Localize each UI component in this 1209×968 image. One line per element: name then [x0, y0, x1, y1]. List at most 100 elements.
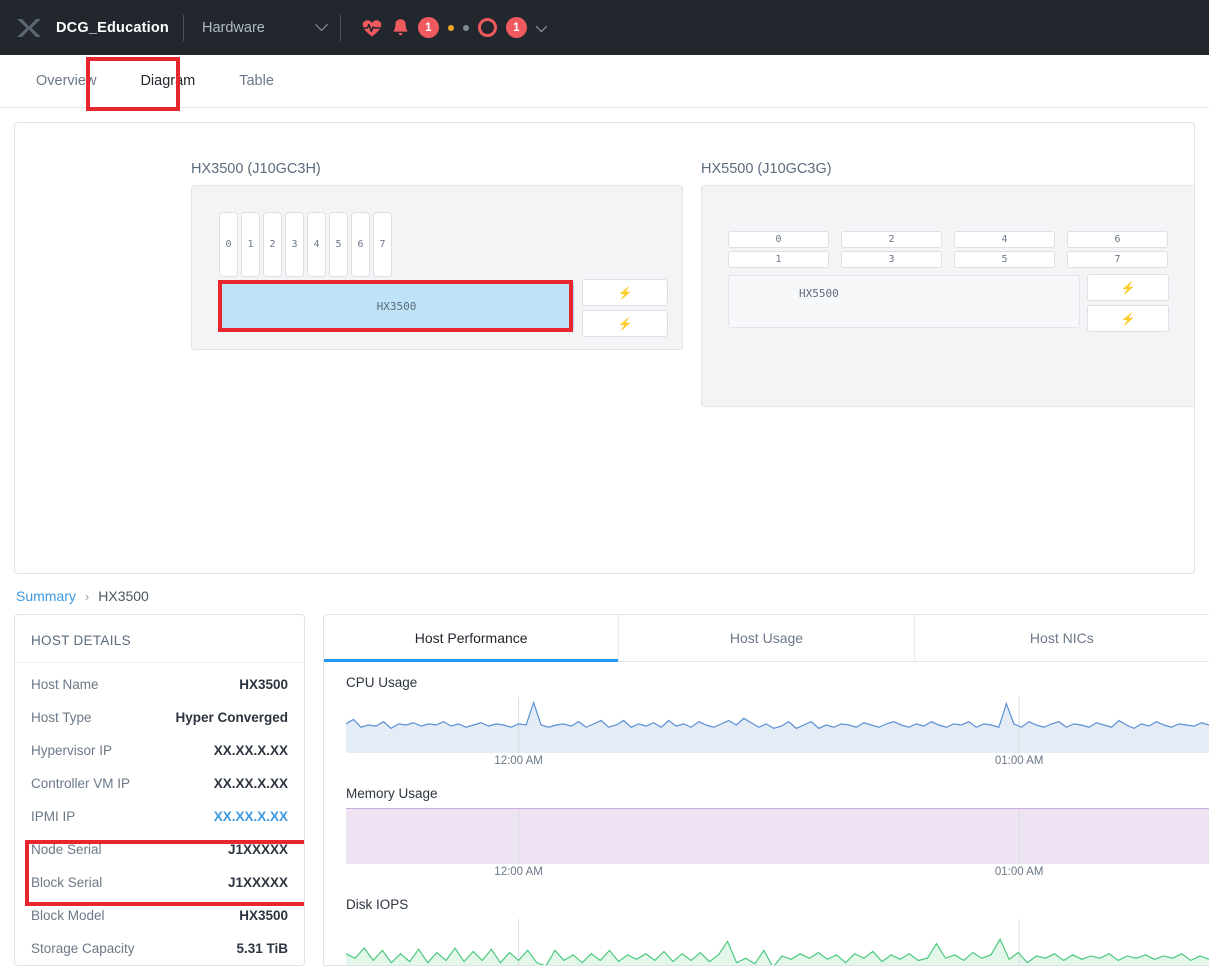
nutanix-x-logo-icon[interactable] — [14, 15, 56, 41]
x-tick-label: 01:00 AM — [994, 755, 1044, 767]
drive-slot[interactable]: 0 — [728, 231, 829, 248]
chassis: 0 2 4 6 1 3 5 7 HX5500 ⚡ ⚡ — [701, 185, 1194, 407]
header-icon-group: 1 1 — [361, 17, 547, 38]
chart-plot-disk — [346, 919, 1209, 965]
power-supply-unit[interactable]: ⚡ — [1087, 305, 1169, 332]
power-supply-unit[interactable]: ⚡ — [582, 279, 668, 306]
hardware-diagram-panel: HX3500 (J10GC3H) 0 1 2 3 4 5 6 7 HX3500 … — [14, 122, 1195, 574]
drive-slot[interactable]: 6 — [1067, 231, 1168, 248]
dot-orange-icon[interactable] — [447, 24, 454, 31]
chart-disk-iops: Disk IOPS 12:00 AM 01:00 AM — [324, 884, 1209, 965]
detail-row: Block Serial J1XXXXX — [15, 866, 304, 899]
detail-row: Host Name HX3500 — [15, 668, 304, 701]
breadcrumb-current: HX3500 — [98, 588, 149, 604]
detail-value: J1XXXXX — [227, 842, 288, 857]
detail-row: Block Model HX3500 — [15, 899, 304, 932]
bell-icon[interactable] — [392, 18, 409, 37]
detail-row: Storage Capacity 5.31 TiB — [15, 932, 304, 965]
tab-host-nics[interactable]: Host NICs — [915, 615, 1209, 661]
block-title: HX3500 (J10GC3H) — [191, 161, 321, 177]
hardware-block-hx3500[interactable]: HX3500 (J10GC3H) 0 1 2 3 4 5 6 7 HX3500 … — [191, 161, 683, 350]
tab-host-performance[interactable]: Host Performance — [324, 615, 620, 662]
breadcrumb-root[interactable]: Summary — [16, 588, 76, 604]
chart-plot-cpu — [346, 697, 1209, 753]
host-performance-card: Host Performance Host Usage Host NICs CP… — [323, 614, 1209, 966]
chart-cpu-usage: CPU Usage 12:00 AM 01:00 AM — [324, 662, 1209, 773]
ring-count-badge[interactable]: 1 — [505, 17, 527, 38]
top-header-bar: DCG_Education Hardware 1 1 — [0, 0, 1209, 55]
detail-value: J1XXXXX — [227, 875, 288, 890]
detail-label: Storage Capacity — [31, 941, 135, 956]
x-tick-label: 12:00 AM — [494, 866, 543, 878]
breadcrumb: Summary › HX3500 — [0, 574, 1209, 614]
detail-label: Block Serial — [31, 875, 103, 890]
drive-slot[interactable]: 6 — [351, 212, 370, 277]
chart-xaxis-cpu: 12:00 AM 01:00 AM — [346, 753, 1209, 773]
drive-slot[interactable]: 5 — [329, 212, 348, 277]
block-title: HX5500 (J10GC3G) — [701, 161, 832, 177]
detail-label: Node Serial — [31, 842, 102, 857]
drive-slot[interactable]: 2 — [263, 212, 282, 277]
detail-value-ipmi-link[interactable]: XX.XX.X.XX — [214, 809, 288, 824]
detail-row: Host Type Hyper Converged — [15, 701, 304, 734]
drive-slot[interactable]: 4 — [307, 212, 326, 277]
detail-label: Hypervisor IP — [31, 743, 113, 758]
page-tab-bar: Overview Diagram Table — [0, 55, 1209, 111]
node-bar-hx3500[interactable]: HX3500 — [219, 281, 574, 331]
drive-slot[interactable]: 3 — [285, 212, 304, 277]
tab-table[interactable]: Table — [217, 55, 296, 108]
chart-xaxis-memory: 12:00 AM 01:00 AM — [346, 864, 1209, 884]
detail-label: Host Type — [31, 710, 92, 725]
app-title: DCG_Education — [56, 19, 169, 36]
detail-row: IPMI IP XX.XX.X.XX — [15, 800, 304, 833]
drive-slot[interactable]: 1 — [728, 251, 829, 268]
x-tick-label: 01:00 AM — [994, 866, 1044, 878]
tab-diagram[interactable]: Diagram — [118, 55, 217, 108]
detail-label: Block Model — [31, 908, 105, 923]
drive-slot[interactable]: 7 — [373, 212, 392, 277]
drive-slot[interactable]: 0 — [219, 212, 238, 277]
heart-pulse-icon[interactable] — [361, 18, 383, 38]
host-details-card: HOST DETAILS Host Name HX3500 Host Type Hy… — [14, 614, 305, 966]
drive-slot[interactable]: 2 — [841, 231, 942, 248]
dot-grey-icon[interactable] — [462, 24, 469, 31]
drive-slot-grid: 0 2 4 6 1 3 5 7 — [728, 231, 1168, 268]
detail-value: HX3500 — [239, 677, 288, 692]
detail-value: HX3500 — [239, 908, 288, 923]
alert-count-badge[interactable]: 1 — [417, 17, 439, 38]
detail-row: Controller VM IP XX.XX.X.XX — [15, 767, 304, 800]
header-divider-2 — [339, 14, 341, 41]
x-tick-label: 12:00 AM — [494, 755, 543, 767]
detail-value: Hyper Converged — [175, 710, 288, 725]
tab-overview[interactable]: Overview — [14, 55, 118, 108]
chart-title: Memory Usage — [346, 786, 438, 801]
host-details-list: Host Name HX3500 Host Type Hyper Converged… — [15, 663, 304, 965]
host-details-title: HOST DETAILS — [15, 615, 304, 663]
drive-slot[interactable]: 1 — [241, 212, 260, 277]
power-supply-unit[interactable]: ⚡ — [582, 310, 668, 337]
entity-selector[interactable]: Hardware — [184, 18, 340, 36]
circle-ring-icon[interactable] — [477, 18, 497, 37]
drive-slot[interactable]: 5 — [954, 251, 1055, 268]
chart-title: Disk IOPS — [346, 897, 409, 912]
detail-label: IPMI IP — [31, 809, 76, 824]
tab-host-usage[interactable]: Host Usage — [619, 615, 915, 661]
drive-slot[interactable]: 7 — [1067, 251, 1168, 268]
chart-memory-usage: Memory Usage 12:00 AM 01:00 AM — [324, 773, 1209, 884]
chart-plot-memory — [346, 808, 1209, 864]
detail-section: HOST DETAILS Host Name HX3500 Host Type Hy… — [0, 614, 1209, 966]
drive-slot[interactable]: 3 — [841, 251, 942, 268]
entity-label: Hardware — [201, 19, 265, 36]
drive-slot[interactable]: 4 — [954, 231, 1055, 248]
detail-label: Host Name — [31, 677, 99, 692]
chassis: 0 1 2 3 4 5 6 7 HX3500 ⚡ ⚡ — [191, 185, 683, 350]
detail-value: 5.31 TiB — [236, 941, 288, 956]
detail-row: Hypervisor IP XX.XX.X.XX — [15, 734, 304, 767]
detail-row: Node Serial J1XXXXX — [15, 833, 304, 866]
chevron-down-icon — [314, 18, 328, 32]
hardware-block-hx5500[interactable]: HX5500 (J10GC3G) 0 2 4 6 1 3 5 7 HX5500 … — [701, 161, 1194, 407]
power-supply-unit[interactable]: ⚡ — [1087, 274, 1169, 301]
user-chevron-down-icon[interactable] — [535, 20, 547, 32]
detail-value: XX.XX.X.XX — [213, 743, 288, 758]
node-bar-hx5500[interactable]: HX5500 — [728, 275, 1080, 328]
